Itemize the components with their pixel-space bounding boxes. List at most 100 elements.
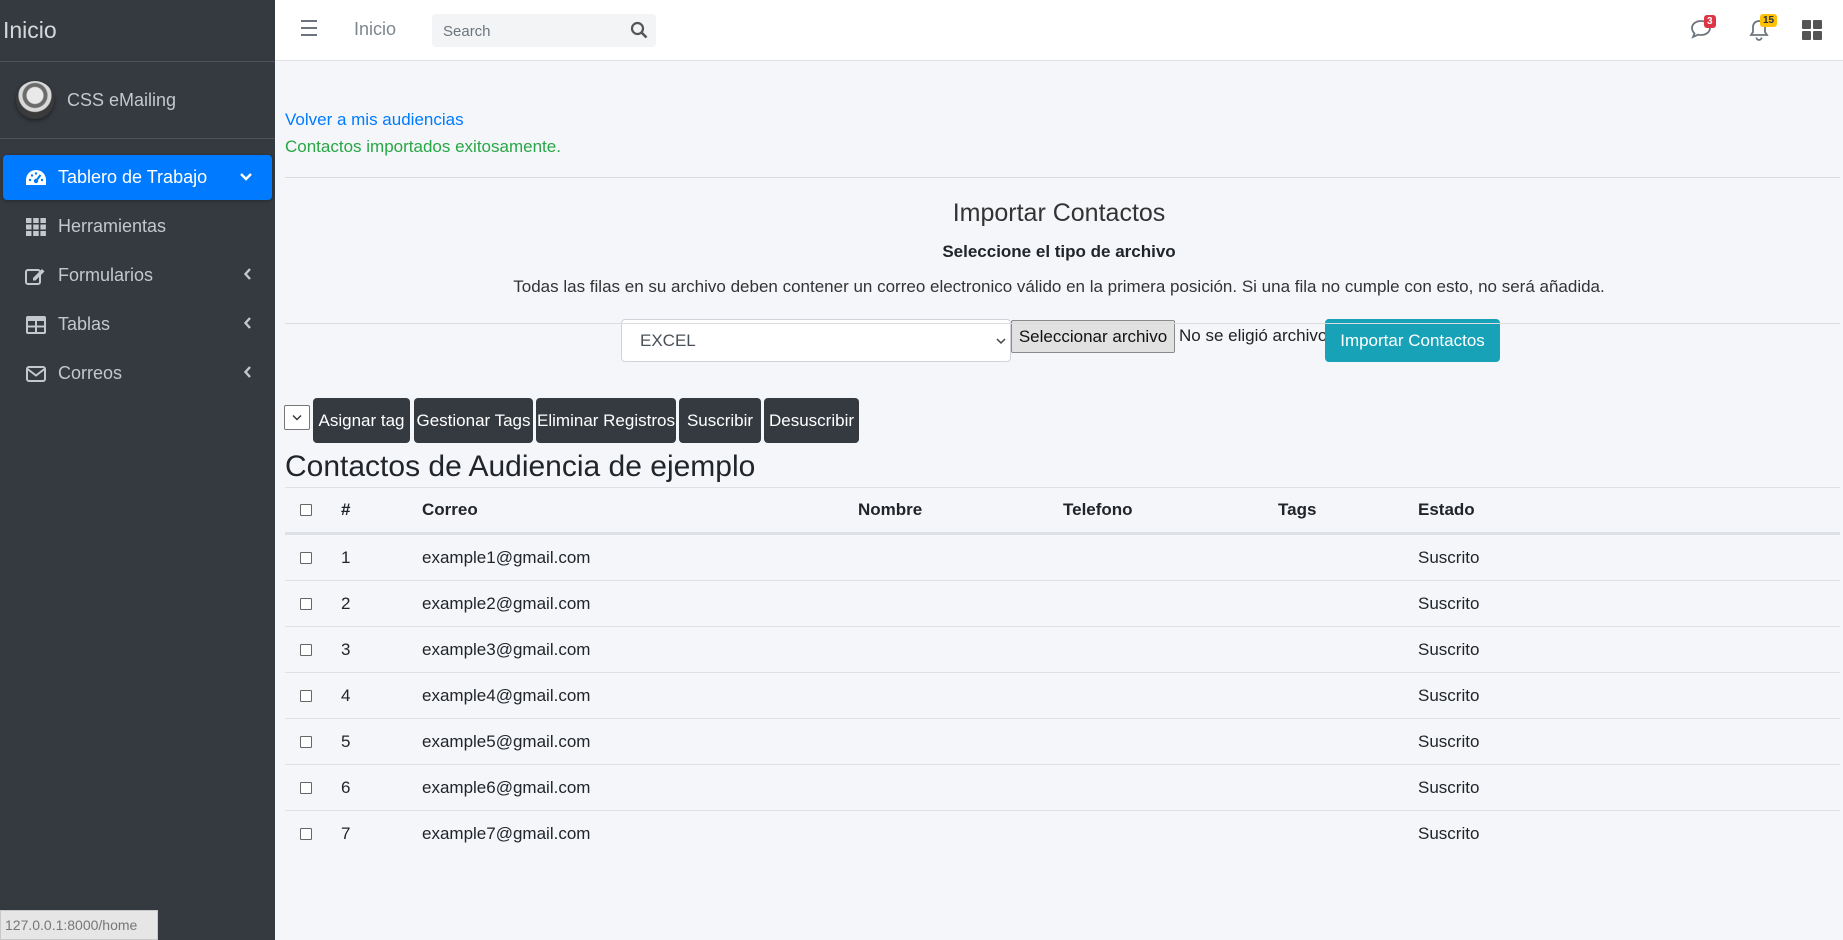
table-row: 3 example3@gmail.com Suscrito [285,626,1840,672]
apps-grid-icon[interactable] [1802,20,1826,44]
row-email: example4@gmail.com [422,685,591,705]
search-input[interactable] [432,14,635,49]
header-num[interactable]: # [341,488,350,532]
row-number: 1 [341,547,351,567]
chevron-left-icon [243,267,252,285]
table-row: 2 example2@gmail.com Suscrito [285,580,1840,626]
delete-records-button[interactable]: Eliminar Registros [536,398,676,443]
row-number: 2 [341,593,351,613]
row-state: Suscrito [1418,639,1480,659]
messages-badge: 3 [1704,15,1716,28]
file-type-select[interactable]: EXCEL [621,319,1011,362]
contacts-table: # Correo Nombre Telefono Tags Estado 1 ex… [285,487,1840,856]
row-checkbox[interactable] [300,597,312,610]
table-row: 6 example6@gmail.com Suscrito [285,764,1840,810]
row-number: 5 [341,731,351,751]
success-message: Contactos importados exitosamente. [285,137,561,156]
import-note: Todas las filas en su archivo deben cont… [513,277,1605,296]
chevron-down-icon [240,169,252,187]
row-email: example7@gmail.com [422,823,591,843]
row-state: Suscrito [1418,593,1480,613]
search-box [432,14,656,49]
table-row: 7 example7@gmail.com Suscrito [285,810,1840,856]
row-email: example1@gmail.com [422,547,591,567]
row-checkbox[interactable] [300,689,312,702]
table-row: 4 example4@gmail.com Suscrito [285,672,1840,718]
user-panel: CSS eMailing [0,62,275,139]
header-name[interactable]: Nombre [858,488,922,532]
status-bar-url: 127.0.0.1:8000/home [0,910,158,940]
row-state: Suscrito [1418,731,1480,751]
grid-icon [24,216,48,238]
row-state: Suscrito [1418,777,1480,797]
edit-icon [24,265,48,287]
row-checkbox[interactable] [300,643,312,656]
header-phone[interactable]: Telefono [1063,488,1133,532]
sidebar-item-label: Tablas [58,314,111,334]
import-contacts-button[interactable]: Importar Contactos [1325,319,1500,362]
row-email: example5@gmail.com [422,731,591,751]
divider [285,323,1840,324]
row-email: example3@gmail.com [422,639,591,659]
sidebar: Inicio CSS eMailing Tablero de Trabajo H… [0,0,275,940]
chevron-left-icon [243,316,252,334]
unsubscribe-button[interactable]: Desuscribir [764,398,859,443]
sidebar-item-tablero[interactable]: Tablero de Trabajo [3,155,272,200]
audience-title: Contactos de Audiencia de ejemplo [285,450,756,483]
row-number: 3 [341,639,351,659]
envelope-icon [24,363,48,385]
menu-icon[interactable] [301,20,317,41]
row-state: Suscrito [1418,823,1480,843]
row-number: 4 [341,685,351,705]
dashboard-icon [24,167,48,189]
sidebar-item-herramientas[interactable]: Herramientas [3,204,272,249]
file-type-value: EXCEL [640,330,696,350]
row-state: Suscrito [1418,685,1480,705]
sidebar-item-label: Herramientas [58,216,167,236]
brand-link[interactable]: Inicio [0,0,275,62]
table-row: 1 example1@gmail.com Suscrito [285,534,1840,580]
assign-tag-button[interactable]: Asignar tag [313,398,410,443]
row-checkbox[interactable] [300,551,312,564]
row-number: 7 [341,823,351,843]
back-to-audiences-link[interactable]: Volver a mis audiencias [285,110,464,130]
sidebar-item-label: Formularios [58,265,154,285]
row-number: 6 [341,777,351,797]
import-subtitle: Seleccione el tipo de archivo [942,242,1176,261]
row-email: example2@gmail.com [422,593,591,613]
user-avatar[interactable] [16,81,54,119]
chevron-left-icon [243,365,252,383]
row-email: example6@gmail.com [422,777,591,797]
sidebar-item-label: Correos [58,363,123,383]
row-checkbox[interactable] [300,827,312,840]
row-checkbox[interactable] [300,735,312,748]
sidebar-item-label: Tablero de Trabajo [58,167,208,187]
manage-tags-button[interactable]: Gestionar Tags [414,398,533,443]
subscribe-button[interactable]: Suscribir [679,398,761,443]
nav-home-link[interactable]: Inicio [354,19,396,40]
table-icon [24,314,48,336]
bulk-select-dropdown[interactable] [284,405,310,430]
header-tags[interactable]: Tags [1278,488,1316,532]
header-state[interactable]: Estado [1418,488,1475,532]
sidebar-nav: Tablero de Trabajo Herramientas Formular… [0,139,275,396]
sidebar-item-formularios[interactable]: Formularios [3,253,272,298]
bell-icon[interactable]: 15 [1749,14,1778,43]
select-all-checkbox[interactable] [300,504,312,516]
row-checkbox[interactable] [300,781,312,794]
import-title: Importar Contactos [952,199,1166,227]
header-mail[interactable]: Correo [422,488,478,532]
sidebar-item-tablas[interactable]: Tablas [3,302,272,347]
top-navbar: Inicio 3 15 [275,0,1843,61]
sidebar-item-correos[interactable]: Correos [3,351,272,396]
row-state: Suscrito [1418,547,1480,567]
table-header-row: # Correo Nombre Telefono Tags Estado [285,487,1840,534]
messages-icon[interactable]: 3 [1690,15,1716,43]
chevron-down-icon [996,334,1006,348]
user-name[interactable]: CSS eMailing [67,90,176,111]
table-body: 1 example1@gmail.com Suscrito 2 example2@gma… [285,534,1840,856]
search-icon[interactable] [630,21,648,39]
choose-file-button[interactable]: Seleccionar archivo [1011,320,1175,353]
divider [285,177,1840,178]
table-row: 5 example5@gmail.com Suscrito [285,718,1840,764]
